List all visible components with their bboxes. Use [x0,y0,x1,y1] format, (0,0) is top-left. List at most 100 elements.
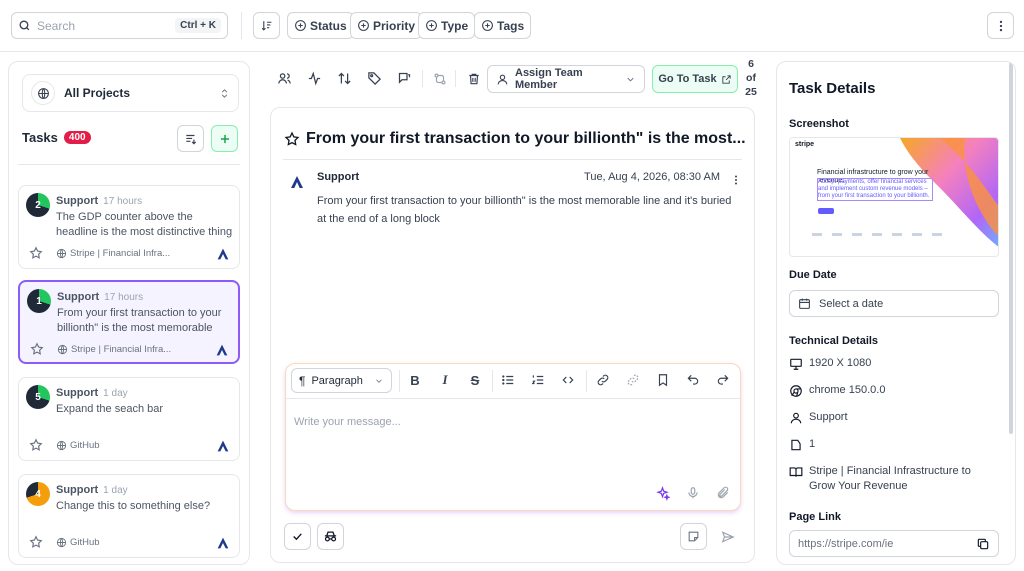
brand-logo-icon [217,537,229,549]
task-card-title: Expand the seach bar [56,403,164,415]
block-type-dropdown[interactable]: ¶ Paragraph [291,368,392,393]
tasks-header: Tasks 400 [22,130,91,145]
task-details-panel: Task Details Screenshot stripe Financial… [776,61,1016,565]
star-icon[interactable] [29,438,43,452]
sort-button[interactable] [253,12,280,39]
send-icon [721,530,735,543]
copy-icon[interactable] [976,537,990,551]
due-date-label: Due Date [789,269,837,281]
details-scrollbar[interactable] [1009,62,1013,434]
page-title-value: Stripe | Financial Infrastructure to Gro… [809,465,971,492]
search-input[interactable]: Search Ctrl + K [11,12,228,39]
paragraph-icon: ¶ [299,373,306,388]
task-time: 17 hours [103,196,143,207]
microphone-icon[interactable] [686,486,700,500]
link-icon[interactable] [595,372,611,388]
task-source-label: GitHub [70,440,100,451]
more-vertical-icon[interactable] [730,173,742,187]
priority-filter-button[interactable]: Priority [350,12,423,39]
go-to-task-button[interactable]: Go To Task [652,65,738,93]
tag-icon [368,72,382,86]
star-icon[interactable] [284,131,300,147]
page-link-field[interactable]: https://stripe.com/ie [789,530,999,557]
star-icon[interactable] [29,535,43,549]
delete-task-button[interactable] [461,66,486,91]
star-icon[interactable] [30,342,44,356]
screenshot-label: Screenshot [789,118,849,130]
assign-team-member-dropdown[interactable]: Assign Team Member [487,65,645,93]
screenshot-subtext: Accept payments, offer financial service… [817,178,933,201]
send-button[interactable] [714,523,741,550]
undo-icon[interactable] [685,372,701,388]
assignees-button[interactable] [272,66,297,91]
due-date-picker[interactable]: Select a date [789,290,999,317]
assign-team-member-label: Assign Team Member [515,67,583,91]
go-to-task-label: Go To Task [658,73,717,85]
task-card-title: From your first transaction to your bill… [57,307,222,334]
message-input[interactable]: Write your message... [294,416,401,428]
flag-message-button[interactable] [392,66,417,91]
task-number: 5 [35,391,41,403]
task-time: 17 hours [104,292,144,303]
check-icon [293,533,302,541]
unlink-icon[interactable] [625,372,641,388]
brand-logo-icon [216,344,228,356]
type-filter-button[interactable]: Type [418,12,476,39]
paperclip-icon[interactable] [716,486,730,500]
code-icon[interactable] [560,372,576,388]
bookmark-icon[interactable] [655,372,671,388]
bold-icon[interactable]: B [407,372,423,388]
tag-button[interactable] [362,66,387,91]
task-card[interactable]: 2 Support 17 hours The GDP counter above th… [18,185,240,269]
tasks-count-badge: 400 [63,131,91,144]
screenshot-logo: stripe [795,141,815,148]
task-source: GitHub [56,537,100,548]
due-date-placeholder: Select a date [819,297,884,310]
bullet-list-icon[interactable] [500,372,516,388]
external-link-icon [722,74,731,84]
task-source-label: GitHub [70,537,100,548]
pull-request-button[interactable] [427,66,452,91]
user-icon [790,412,802,424]
arrows-updown-icon [338,72,351,85]
task-card[interactable]: 5 Support 1 day Expand the seach bar GitHub [18,377,240,461]
activity-button[interactable] [302,66,327,91]
task-time: 1 day [103,485,128,496]
status-filter-button[interactable]: Status [287,12,354,39]
chevron-down-icon [376,378,382,383]
strikethrough-icon[interactable]: S [467,372,483,388]
resolution-row: 1920 X 1080 [789,356,871,371]
note-button[interactable] [680,523,707,550]
divider [455,70,456,87]
browser-value: chrome 150.0.0 [809,384,886,396]
tags-filter-label: Tags [497,18,525,33]
sort-tasks-button[interactable] [177,125,204,152]
task-category: Support 1 day [56,484,128,496]
italic-icon[interactable]: I [437,372,453,388]
incognito-icon [324,531,337,542]
progress-pie: 5 [26,385,50,409]
ai-sparkle-icon[interactable] [655,486,670,501]
activity-icon [308,71,321,86]
resolve-button[interactable] [284,523,311,550]
priority-button[interactable] [332,66,357,91]
card-divider [18,162,240,165]
task-card[interactable]: 1 Support 17 hours From your first transact… [18,280,240,364]
more-menu-button[interactable] [987,12,1014,39]
screenshot-thumbnail[interactable]: stripe Financial infrastructure to grow … [789,137,999,257]
sort-icon [261,21,272,31]
user-icon [497,74,508,84]
tags-filter-button[interactable]: Tags [474,12,532,39]
redo-icon[interactable] [715,372,731,388]
pager-total: 25 [745,86,757,98]
task-source: Stripe | Financial Infra... [56,248,170,259]
add-task-button[interactable] [211,125,238,152]
project-selector[interactable]: All Projects [22,74,239,112]
task-card[interactable]: 4 Support 1 day Change this to something el… [18,474,240,558]
pager-current: 6 [748,58,754,70]
plus-icon [220,134,229,143]
numbered-list-icon[interactable] [530,372,546,388]
category-value: Support [809,411,848,423]
incognito-button[interactable] [317,523,344,550]
star-icon[interactable] [29,246,43,260]
